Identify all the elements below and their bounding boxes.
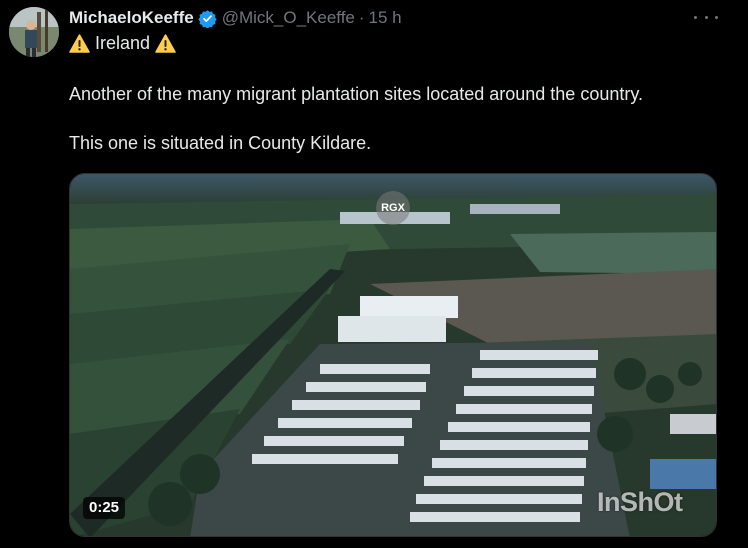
warning-icon — [155, 34, 176, 53]
handle[interactable]: @Mick_O_Keeffe — [222, 8, 355, 28]
video-overlay-badge: RGX — [376, 191, 410, 225]
warning-icon — [69, 34, 90, 53]
timestamp[interactable]: 15 h — [369, 8, 402, 28]
more-dot — [694, 15, 697, 19]
display-name[interactable]: MichaeloKeeffe — [69, 8, 194, 28]
tweet-text-paragraph: Another of the many migrant plantation s… — [69, 84, 644, 104]
video-player[interactable] — [69, 173, 717, 537]
avatar[interactable] — [9, 7, 59, 57]
location-line: Ireland — [69, 33, 176, 54]
more-dot — [715, 15, 718, 19]
video-frame — [70, 174, 716, 536]
video-duration: 0:25 — [83, 497, 126, 519]
more-options-icon[interactable] — [694, 8, 718, 26]
verified-badge-icon — [198, 9, 217, 29]
location-text: Ireland — [95, 33, 151, 53]
tweet-text-paragraph: This one is situated in County Kildare. — [69, 133, 372, 153]
tweet-header: MichaeloKeeffe @Mick_O_Keeffe · 15 h — [69, 6, 402, 30]
avatar-image — [9, 7, 59, 57]
video-watermark: InShOt — [597, 487, 683, 517]
more-dot — [704, 15, 708, 19]
separator-dot: · — [358, 8, 365, 27]
